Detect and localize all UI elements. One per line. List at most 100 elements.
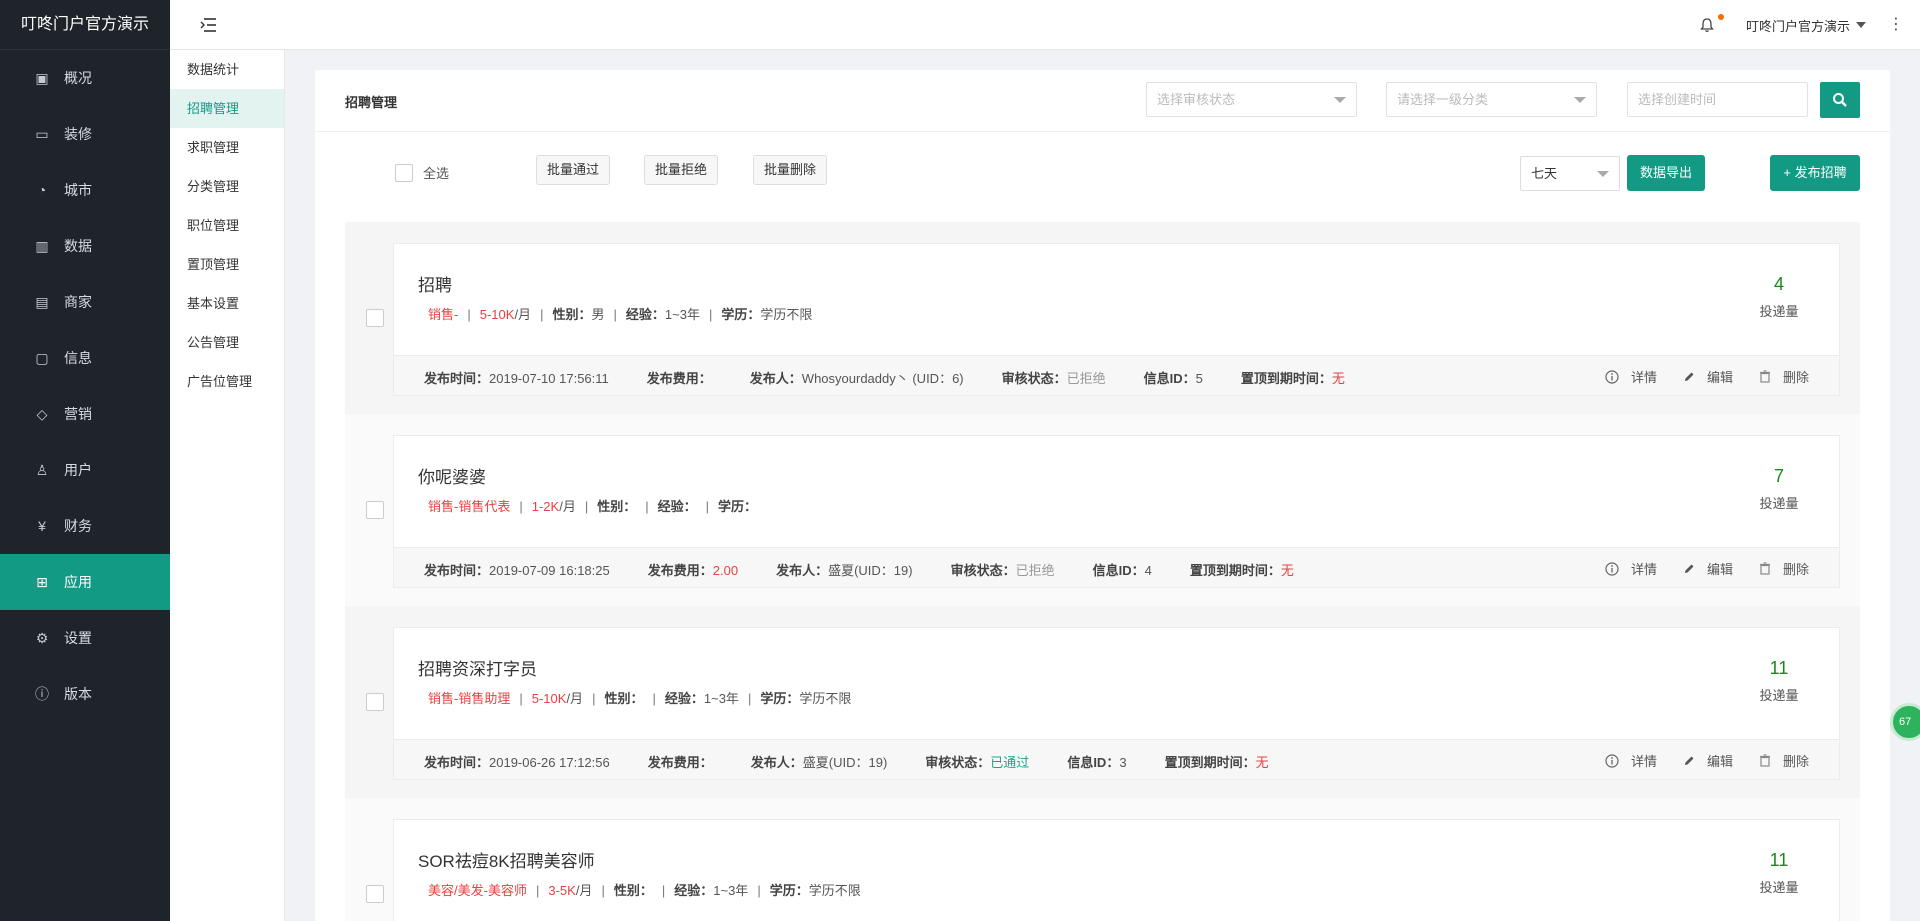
overview-icon: ▣ (35, 69, 49, 86)
job-row-checkbox[interactable] (366, 693, 384, 711)
city-icon: ◔ (37, 182, 47, 198)
delete-button[interactable]: 删除 (1759, 367, 1809, 386)
notification-dot (1717, 14, 1724, 20)
submenu-item[interactable]: 职位管理 (170, 206, 284, 245)
batch-pass-button[interactable]: 批量通过 (536, 155, 611, 185)
chevron-down-icon[interactable] (1856, 22, 1866, 28)
nav-item-11[interactable]: ⓘ 版本 (0, 666, 170, 722)
delivery-count: 4 投递量 (1749, 274, 1809, 320)
experience-label: 经验： (674, 883, 714, 898)
nav-item-10[interactable]: ⚙ 设置 (0, 610, 170, 666)
submenu-item[interactable]: 公告管理 (170, 323, 284, 362)
submenu-item[interactable]: 广告位管理 (170, 362, 284, 401)
delivery-count-value: 7 (1773, 466, 1784, 486)
submenu-item[interactable]: 数据统计 (170, 50, 284, 89)
delivery-count: 11 投递量 (1749, 658, 1809, 704)
time-filter-input[interactable]: 选择创建时间 (1627, 82, 1808, 117)
publish-time-value: 2019-07-09 16:18:25 (489, 563, 610, 578)
bell-icon[interactable] (1698, 14, 1724, 34)
status-filter-select[interactable]: 选择审核状态 (1146, 82, 1357, 117)
job-row-checkbox[interactable] (366, 885, 384, 903)
edit-button[interactable]: 编辑 (1683, 559, 1733, 578)
job-item: 你呢婆婆 销售-销售代表 | 1-2K/月 | 性别： | 经验： | 学历： 7 投递量 发布时间：2… (393, 435, 1840, 588)
nav-item-7[interactable]: ♙ 用户 (0, 442, 170, 498)
trash-icon (1759, 754, 1777, 767)
submenu-item[interactable]: 招聘管理 (170, 89, 284, 128)
nav-item-2[interactable]: ◔ 城市 (0, 162, 170, 218)
job-row: SOR祛痘8K招聘美容师 美容/美发-美容师 | 3-5K/月 | 性别： | 经验：1~3年… (345, 798, 1860, 921)
publisher-label: 发布人： (749, 371, 802, 386)
nav-item-label: 应用 (64, 574, 92, 590)
job-row: 招聘资深打字员 销售-销售助理 | 5-10K/月 | 性别： | 经验：1~3年 | 学历：学历… (345, 606, 1860, 798)
tag-icon: ◇ (36, 405, 48, 422)
user-name[interactable]: 叮咚门户官方演示 (1746, 16, 1850, 35)
delete-button[interactable]: 删除 (1759, 751, 1809, 770)
nav-item-9[interactable]: ⊞ 应用 (0, 554, 170, 610)
separator: | (708, 307, 713, 322)
nav-item-4[interactable]: ▤ 商家 (0, 274, 170, 330)
job-row-checkbox[interactable] (366, 309, 384, 327)
nav-item-8[interactable]: ¥ 财务 (0, 498, 170, 554)
more-vertical-icon[interactable]: ⋮ (1886, 17, 1906, 33)
edit-button[interactable]: 编辑 (1683, 751, 1733, 770)
nav-item-label: 装修 (64, 126, 92, 142)
info-icon: ⓘ (35, 686, 49, 702)
select-all[interactable]: 全选 (395, 163, 449, 182)
batch-reject-button[interactable]: 批量拒绝 (644, 155, 719, 185)
delivery-count-label: 投递量 (1759, 880, 1799, 895)
separator: | (705, 499, 710, 514)
detail-button[interactable]: 详情 (1605, 367, 1657, 386)
float-badge[interactable]: 67 (1890, 703, 1920, 741)
job-actions: 详情 编辑 删除 (1579, 751, 1809, 770)
separator: | (747, 691, 752, 706)
user-icon: ♙ (35, 461, 49, 478)
date-range-select[interactable]: 七天 (1520, 156, 1620, 191)
info-id-value: 4 (1144, 563, 1152, 578)
submenu-item[interactable]: 求职管理 (170, 128, 284, 167)
job-title[interactable]: 招聘资深打字员 (418, 655, 537, 680)
nav-item-5[interactable]: ▢ 信息 (0, 330, 170, 386)
job-row-checkbox[interactable] (366, 501, 384, 519)
job-title[interactable]: 招聘 (418, 271, 452, 296)
edit-button[interactable]: 编辑 (1683, 367, 1733, 386)
batch-delete-button[interactable]: 批量删除 (753, 155, 828, 185)
nav-item-1[interactable]: ▭ 装修 (0, 106, 170, 162)
info-icon (1605, 561, 1625, 576)
job-actions: 详情 编辑 删除 (1579, 367, 1809, 386)
settings-icon: ⚙ (35, 629, 49, 646)
top-right-area: 叮咚门户官方演示 ⋮ (1698, 0, 1920, 50)
publish-fee-label: 发布费用： (647, 563, 713, 578)
education-label: 学历： (760, 691, 800, 706)
shop-icon: ▤ (35, 293, 49, 310)
submenu-item[interactable]: 基本设置 (170, 284, 284, 323)
job-title[interactable]: 你呢婆婆 (418, 463, 486, 488)
education-label: 学历： (721, 307, 761, 322)
delivery-count-value: 11 (1769, 658, 1789, 678)
decor-icon: ▭ (35, 125, 49, 142)
publish-button[interactable]: + 发布招聘 (1770, 155, 1860, 191)
detail-button[interactable]: 详情 (1605, 751, 1657, 770)
nav-item-3[interactable]: ▥ 数据 (0, 218, 170, 274)
nav-item-0[interactable]: ▣ 概况 (0, 50, 170, 106)
submenu-item[interactable]: 置顶管理 (170, 245, 284, 284)
select-all-checkbox[interactable] (395, 163, 413, 182)
yuan-icon: ¥ (38, 518, 46, 534)
detail-button-label: 详情 (1630, 754, 1657, 769)
job-title[interactable]: SOR祛痘8K招聘美容师 (418, 847, 595, 872)
search-button[interactable] (1820, 82, 1860, 118)
category-filter-select[interactable]: 请选择一级分类 (1386, 82, 1597, 117)
info-id-label: 信息ID： (1143, 371, 1196, 386)
detail-button[interactable]: 详情 (1605, 559, 1657, 578)
menu-toggle-icon[interactable] (200, 17, 218, 33)
export-button[interactable]: 数据导出 (1627, 155, 1705, 191)
job-meta: 销售-销售代表 | 1-2K/月 | 性别： | 经验： | 学历： (428, 496, 757, 515)
detail-button-label: 详情 (1630, 370, 1657, 385)
job-salary: 5-10K (531, 691, 567, 706)
brand-title: 叮咚门户官方演示 (0, 0, 170, 50)
nav-item-label: 数据 (64, 238, 92, 254)
chart-icon: ▥ (35, 237, 49, 254)
delete-button[interactable]: 删除 (1759, 559, 1809, 578)
submenu-item[interactable]: 分类管理 (170, 167, 284, 206)
nav-item-6[interactable]: ◇ 营销 (0, 386, 170, 442)
delivery-count: 7 投递量 (1749, 466, 1809, 512)
